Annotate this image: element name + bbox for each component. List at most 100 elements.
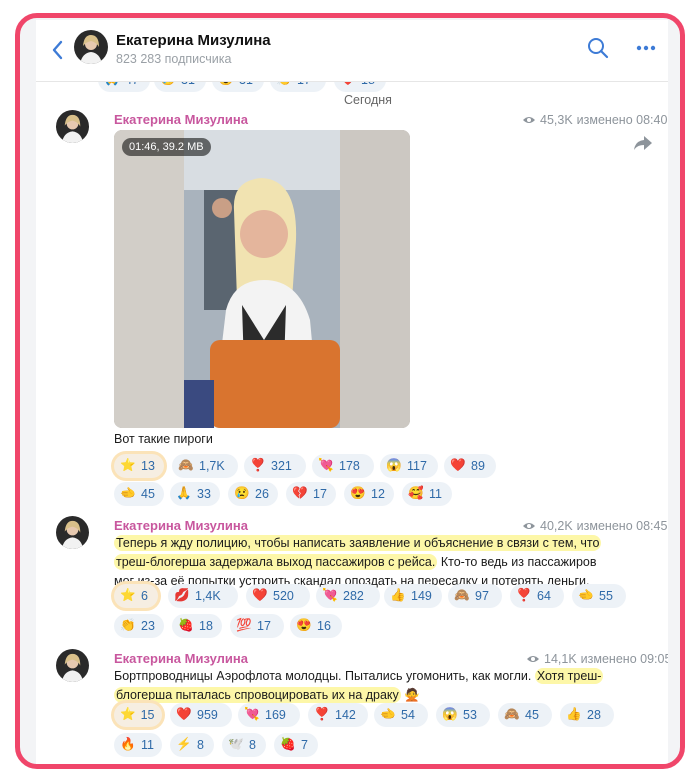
reaction-chip[interactable]: 🫲 55: [572, 584, 626, 608]
edited-time: изменено 08:40: [576, 113, 668, 127]
post-text: Бортпроводницы Аэрофлота молодцы. Пытали…: [114, 668, 604, 703]
heart-arrow-icon: 💘: [244, 707, 260, 721]
reaction-chip[interactable]: ⭐ 15: [114, 703, 162, 727]
post-text: Теперь я жду полицию, чтобы написать зая…: [114, 535, 602, 588]
highlighted-text: Теперь я жду полицию, чтобы написать зая…: [114, 535, 602, 551]
screenshot-frame: Екатерина Мизулина 823 283 подписчика 🙏 …: [15, 13, 685, 769]
reaction-chip[interactable]: 🙈 45: [498, 703, 552, 727]
reaction-chip[interactable]: 🍓 18: [172, 614, 222, 638]
reaction-chip[interactable]: ❣️ 321: [244, 454, 306, 478]
see-no-evil-icon: 🙈: [504, 707, 520, 721]
post-author[interactable]: Екатерина Мизулина: [114, 651, 248, 666]
point-left-icon: 🫲: [380, 707, 396, 721]
reaction-chip[interactable]: ⚡ 8: [170, 733, 214, 757]
highlighted-text: блогерша пыталась спровоцировать их на д…: [114, 687, 401, 703]
reaction-chip[interactable]: 😱 53: [436, 703, 490, 727]
reaction-chip[interactable]: ⭐ 13: [114, 454, 164, 478]
heart-exclaim-icon: ❣️: [314, 707, 330, 721]
post-meta: 14,1K изменено 09:05: [526, 652, 668, 666]
reaction-chip[interactable]: ❤️ 89: [444, 454, 496, 478]
post-author[interactable]: Екатерина Мизулина: [114, 112, 248, 127]
heart-arrow-icon: 💘: [318, 458, 334, 472]
heart-eyes-icon: 😍: [296, 618, 312, 632]
reaction-chip[interactable]: 🫲 54: [374, 703, 428, 727]
heart-exclaim-icon: ❣️: [516, 588, 532, 602]
search-icon[interactable]: [586, 36, 610, 60]
reaction-chip[interactable]: 💘 282: [316, 584, 380, 608]
reaction-chip[interactable]: 💋 1,4K: [168, 584, 238, 608]
view-count: 14,1K: [544, 652, 577, 666]
scream-icon: 😱: [442, 707, 458, 721]
reaction-chip[interactable]: 👍 28: [560, 703, 614, 727]
reaction-chip[interactable]: ❣️ 142: [308, 703, 368, 727]
author-avatar[interactable]: [56, 649, 89, 682]
reaction-chip[interactable]: 🍓 7: [274, 733, 318, 757]
fire-icon: 🔥: [120, 737, 136, 751]
post-caption: Вот такие пироги: [114, 432, 213, 446]
subscriber-count: 823 283 подписчика: [116, 52, 232, 66]
channel-window: Екатерина Мизулина 823 283 подписчика 🙏 …: [36, 20, 668, 764]
reaction-chip[interactable]: 😢 26: [228, 482, 278, 506]
strawberry-icon: 🍓: [280, 737, 296, 751]
heart-icon: ❤️: [450, 458, 466, 472]
reaction-chip[interactable]: 💯 17: [230, 614, 284, 638]
reaction-chip[interactable]: ❤️ 959: [170, 703, 232, 727]
hearts-face-icon: 🥰: [408, 486, 424, 500]
point-left-icon: 🫲: [578, 588, 594, 602]
reaction-chip[interactable]: 🫲 45: [114, 482, 164, 506]
channel-avatar[interactable]: [74, 30, 108, 64]
reaction-chip[interactable]: 💘 169: [238, 703, 300, 727]
scream-icon: 😱: [386, 458, 402, 472]
edited-time: изменено 08:45: [576, 519, 668, 533]
reaction-chip[interactable]: 🔥 11: [114, 733, 162, 757]
views-eye-icon: [523, 117, 535, 123]
reaction-chip[interactable]: 🙈 1,7K: [172, 454, 238, 478]
star-icon: ⭐: [120, 707, 136, 721]
reaction-chip[interactable]: 🙏 33: [170, 482, 220, 506]
thumbs-up-icon: 👍: [566, 707, 582, 721]
reaction-chip[interactable]: ❤️ 520: [246, 584, 310, 608]
author-avatar[interactable]: [56, 110, 89, 143]
heart-exclaim-icon: ❣️: [250, 458, 266, 472]
video-duration-badge: 01:46, 39.2 MB: [122, 138, 211, 156]
video-thumbnail[interactable]: 01:46, 39.2 MB: [114, 130, 410, 428]
views-eye-icon: [523, 523, 535, 529]
reaction-chip[interactable]: ⭐ 6: [114, 584, 158, 608]
reaction-chip[interactable]: 👍 149: [384, 584, 442, 608]
reaction-chip[interactable]: 💔 17: [286, 482, 336, 506]
share-icon[interactable]: [632, 134, 654, 152]
reaction-chip[interactable]: 🕊️ 8: [222, 733, 266, 757]
reaction-chip[interactable]: 🙈 97: [448, 584, 502, 608]
highlighted-text: Хотя треш-: [534, 668, 604, 684]
see-no-evil-icon: 🙈: [178, 458, 194, 472]
reaction-chip[interactable]: 😱 117: [380, 454, 438, 478]
dove-icon: 🕊️: [228, 737, 244, 751]
heart-icon: ❤️: [176, 707, 192, 721]
reaction-chip[interactable]: 👏 23: [114, 614, 164, 638]
back-arrow-icon[interactable]: [50, 38, 66, 62]
hundred-icon: 💯: [236, 618, 252, 632]
reaction-chip[interactable]: 🥰 11: [402, 482, 452, 506]
post-author[interactable]: Екатерина Мизулина: [114, 518, 248, 533]
heart-icon: ❤️: [252, 588, 268, 602]
heart-eyes-icon: 😍: [350, 486, 366, 500]
channel-header: Екатерина Мизулина 823 283 подписчика: [36, 20, 668, 82]
pray-icon: 🙏: [176, 486, 192, 500]
reaction-chip[interactable]: ❣️ 64: [510, 584, 564, 608]
point-left-icon: 🫲: [120, 486, 136, 500]
star-icon: ⭐: [120, 458, 136, 472]
clap-icon: 👏: [120, 618, 136, 632]
reaction-chip[interactable]: 😍 12: [344, 482, 394, 506]
author-avatar[interactable]: [56, 516, 89, 549]
strawberry-icon: 🍓: [178, 618, 194, 632]
thumbs-up-icon: 👍: [390, 588, 406, 602]
reaction-chip[interactable]: 💘 178: [312, 454, 374, 478]
post-meta: 45,3K изменено 08:40: [522, 113, 667, 127]
woman-gesture-icon: 🙅: [404, 688, 420, 702]
kiss-icon: 💋: [174, 588, 190, 602]
reaction-chip[interactable]: 😍 16: [290, 614, 342, 638]
more-options-icon[interactable]: [634, 36, 658, 60]
star-icon: ⭐: [120, 588, 136, 602]
channel-title[interactable]: Екатерина Мизулина: [116, 32, 271, 49]
highlighted-text: треш-блогерша задержала выход пассажиров…: [114, 554, 438, 570]
